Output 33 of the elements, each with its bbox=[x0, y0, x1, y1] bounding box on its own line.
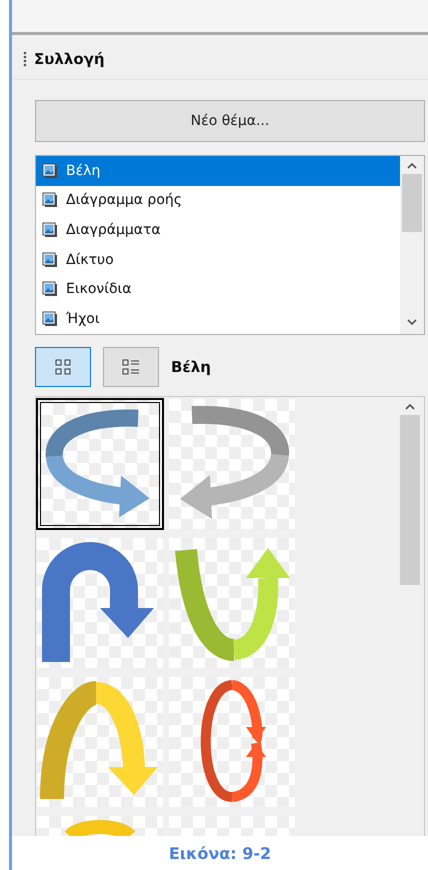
theme-label: Ήχοι bbox=[66, 310, 100, 327]
image-icon bbox=[42, 281, 58, 298]
scroll-up-icon[interactable] bbox=[404, 403, 416, 411]
scrollbar[interactable] bbox=[400, 156, 424, 334]
image-icon bbox=[42, 222, 58, 238]
theme-item[interactable]: Εικονίδια bbox=[36, 274, 400, 304]
grip-icon[interactable] bbox=[23, 51, 27, 67]
list-view-icon bbox=[121, 358, 141, 376]
theme-item[interactable]: Δίκτυο bbox=[36, 244, 400, 274]
new-theme-button[interactable]: Νέο θέμα... bbox=[35, 100, 425, 142]
detail-view-button[interactable] bbox=[103, 347, 159, 387]
figure-caption: Εικόνα: 9-2 bbox=[12, 836, 428, 870]
image-icon bbox=[42, 192, 58, 208]
theme-item[interactable]: Διαγράμματα bbox=[36, 215, 400, 245]
scrollbar-thumb[interactable] bbox=[402, 174, 422, 232]
theme-label: Εικονίδια bbox=[66, 281, 132, 298]
scroll-down-icon[interactable] bbox=[406, 318, 418, 326]
theme-name: Βέλη bbox=[171, 358, 211, 376]
theme-label: Βέλη bbox=[66, 162, 100, 179]
scrollbar-thumb[interactable] bbox=[400, 415, 420, 585]
panel-title: Συλλογή bbox=[34, 50, 105, 68]
theme-item[interactable]: Ήχοι bbox=[36, 304, 400, 334]
image-icon bbox=[42, 162, 58, 179]
image-icon bbox=[42, 252, 58, 268]
theme-label: Δίκτυο bbox=[66, 252, 114, 268]
theme-label: Διαγράμματα bbox=[66, 222, 161, 238]
image-icon bbox=[42, 310, 58, 327]
grid-view-icon bbox=[54, 358, 72, 376]
scroll-up-icon[interactable] bbox=[406, 162, 418, 170]
theme-item[interactable]: Διάγραμμα ροής bbox=[36, 186, 400, 216]
theme-item[interactable]: Βέλη bbox=[36, 156, 400, 186]
icon-view-button[interactable] bbox=[35, 347, 91, 387]
theme-label: Διάγραμμα ροής bbox=[66, 192, 182, 208]
